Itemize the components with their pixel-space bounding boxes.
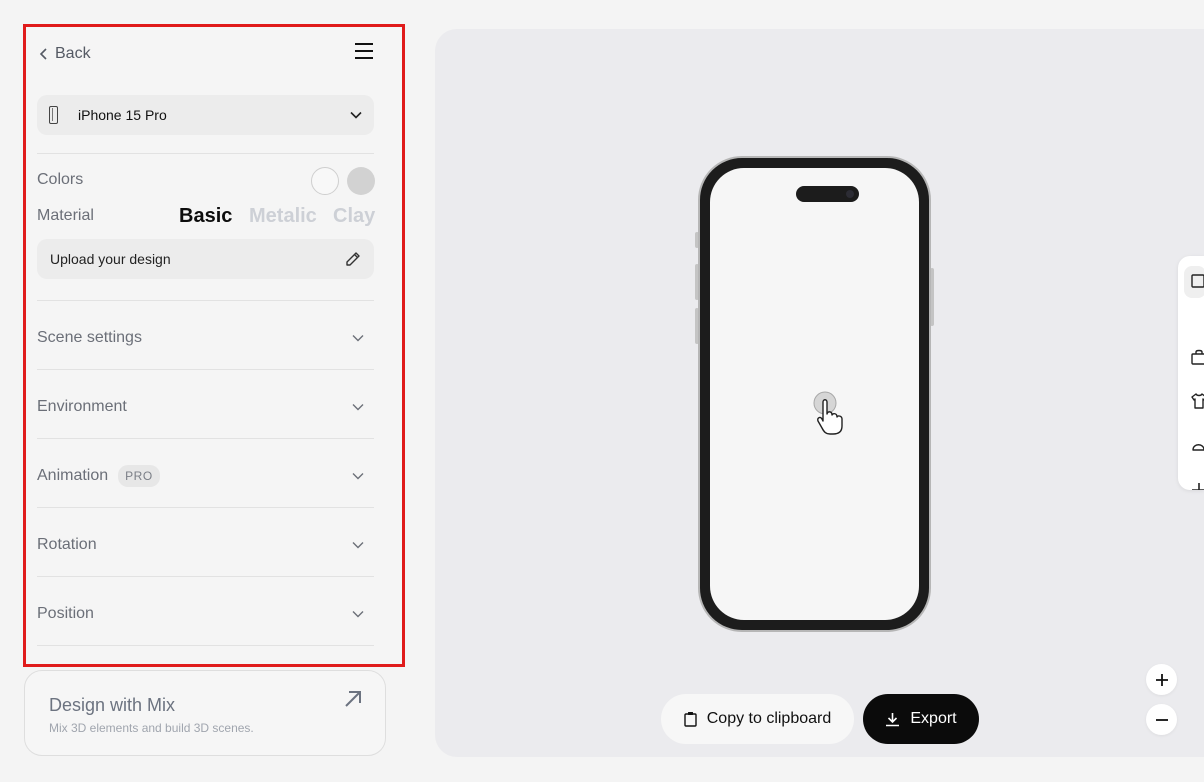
chevron-down-icon [352,473,364,480]
copy-label: Copy to clipboard [706,710,832,727]
dynamic-island [796,186,859,202]
accordion-label: Animation [37,467,109,484]
chevron-down-icon [350,111,362,119]
accordion-label: Position [37,605,94,622]
design-with-mix-card[interactable]: Design with Mix Mix 3D elements and buil… [24,670,386,756]
zoom-out-button[interactable] [1146,704,1177,735]
material-option-metalic[interactable]: Metalic [249,205,317,228]
preview-canvas[interactable]: Copy to clipboard Export [435,29,1204,757]
accordion-label: Scene settings [37,329,142,346]
chevron-down-icon [352,404,364,411]
divider [37,507,374,508]
plus-icon [1155,673,1168,686]
divider [37,645,374,646]
divider [37,576,374,577]
material-label: Material [37,207,94,224]
hamburger-menu-icon[interactable] [354,42,374,60]
export-button[interactable]: Export [863,694,979,744]
divider [37,153,374,154]
accordion-label: Rotation [37,536,97,553]
copy-to-clipboard-button[interactable]: Copy to clipboard [661,694,854,744]
accordion-environment[interactable]: Environment [37,395,374,419]
accordion-label: Environment [37,398,127,415]
upload-design-label: Upload your design [50,251,171,267]
plus-icon [1192,483,1204,490]
chevron-down-icon [352,335,364,342]
accordion-position[interactable]: Position [37,602,374,626]
divider [37,438,374,439]
device-settings-panel: Back iPhone 15 Pro Colors Material Basic… [23,24,405,667]
device-select-label: iPhone 15 Pro [78,107,167,123]
material-option-basic[interactable]: Basic [179,205,232,228]
zoom-in-button[interactable] [1146,664,1177,695]
side-toolbar [1178,256,1204,490]
back-button[interactable]: Back [39,45,91,63]
mix-card-subtitle: Mix 3D elements and build 3D scenes. [49,721,254,735]
pro-badge: PRO [118,465,160,487]
tool-device[interactable] [1184,266,1204,298]
tool-cap[interactable] [1190,437,1204,455]
upload-design-button[interactable]: Upload your design [37,239,374,279]
iphone-mockup[interactable] [695,156,934,632]
chevron-down-icon [352,611,364,618]
panel-header: Back [37,42,376,69]
phone-frame [698,156,931,632]
color-swatch-white[interactable] [311,167,339,195]
accordion-scene-settings[interactable]: Scene settings [37,326,374,350]
tool-bag[interactable] [1190,348,1204,366]
minus-icon [1155,718,1168,721]
clipboard-icon [684,712,697,727]
download-icon [886,712,900,726]
cap-icon [1192,444,1204,451]
phone-thumbnail-icon [49,106,58,124]
accordion-rotation[interactable]: Rotation [37,533,374,557]
back-label: Back [55,45,91,62]
tool-add[interactable] [1190,481,1204,490]
mix-card-title: Design with Mix [49,695,176,715]
chevron-left-icon [39,48,47,60]
tool-apparel[interactable] [1190,392,1204,410]
divider [37,369,374,370]
pencil-icon [346,252,360,266]
pointer-hand-icon [813,391,843,435]
device-frame-icon [1191,274,1204,288]
export-label: Export [910,710,957,727]
t-shirt-icon [1191,393,1204,409]
chevron-down-icon [352,542,364,549]
material-option-clay[interactable]: Clay [333,205,375,228]
device-select[interactable]: iPhone 15 Pro [37,95,374,135]
divider [37,300,374,301]
accordion-animation[interactable]: Animation PRO [37,464,374,488]
phone-screen[interactable] [710,168,919,620]
color-swatch-gray[interactable] [347,167,375,195]
arrow-up-right-icon [345,691,361,707]
shopping-bag-icon [1191,349,1204,365]
colors-label: Colors [37,171,84,188]
